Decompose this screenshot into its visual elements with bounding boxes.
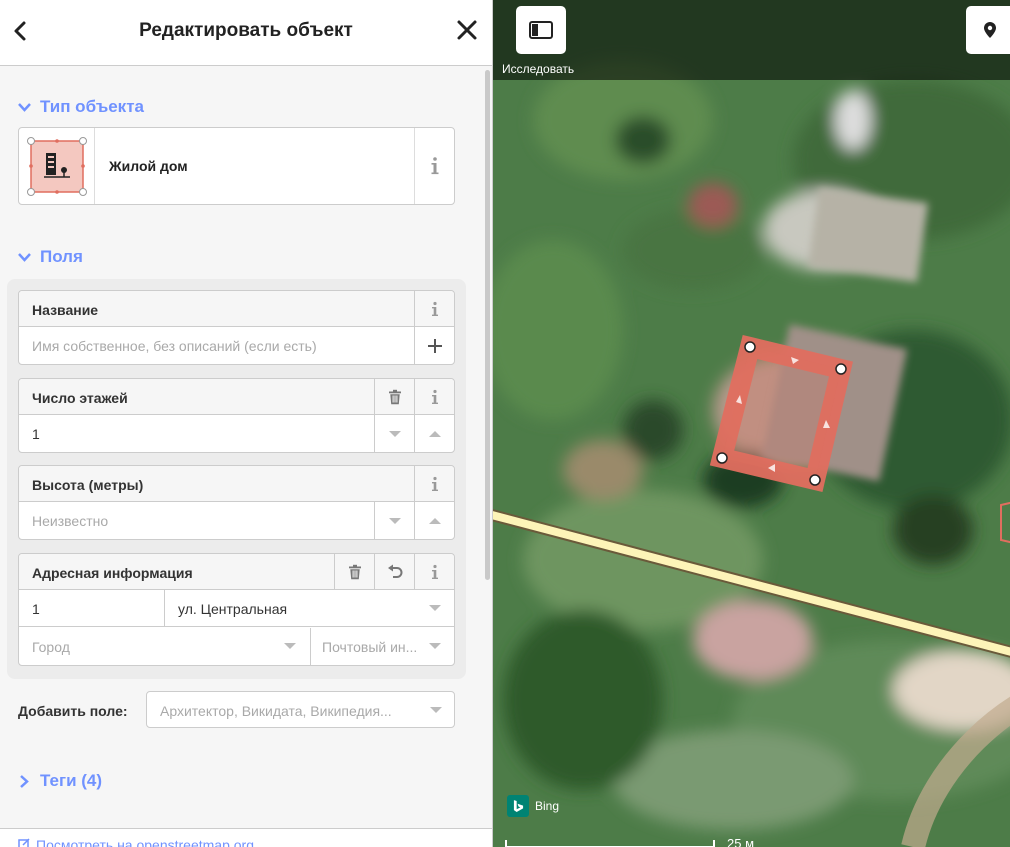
address-row-1: 1 ул. Центральная [19, 590, 454, 627]
satellite-imagery [493, 0, 1010, 847]
sidebar-toggle-button[interactable] [516, 6, 566, 54]
fields-section-toggle[interactable]: Поля [17, 247, 83, 267]
fields-section-title: Поля [40, 247, 83, 266]
add-point-button[interactable] [966, 6, 1010, 54]
trash-icon [348, 564, 361, 580]
sidebar-panel-icon [529, 21, 553, 39]
plus-icon [427, 338, 442, 353]
caret-up-icon [428, 430, 441, 437]
levels-decrement-button[interactable] [374, 415, 414, 452]
field-label-text: Высота (метры) [32, 477, 144, 493]
map-marker-icon [984, 22, 996, 38]
add-field-combo[interactable]: Архитектор, Викидата, Википедия... [146, 691, 455, 728]
field-info-button[interactable] [414, 554, 454, 590]
caret-down-icon [429, 643, 441, 649]
scale-bar [505, 840, 715, 847]
add-field-label: Добавить поле: [18, 703, 128, 719]
info-icon [431, 564, 438, 579]
field-label-text: Число этажей [32, 390, 128, 406]
street-combo[interactable]: ул. Центральная [178, 601, 287, 617]
preset-section-toggle[interactable]: Тип объекта [17, 97, 144, 117]
info-icon [431, 301, 438, 316]
external-link-icon [18, 838, 30, 847]
preset-info-button[interactable] [414, 128, 454, 204]
field-label: Адресная информация [19, 554, 454, 590]
chevron-right-icon [20, 774, 29, 788]
city-combo[interactable]: Город [32, 639, 70, 655]
caret-down-icon [388, 430, 401, 437]
housenumber-input[interactable]: 1 [32, 601, 40, 617]
page-title: Редактировать объект [139, 20, 353, 41]
chevron-down-icon [18, 252, 31, 262]
add-localized-name-button[interactable] [414, 327, 454, 364]
chevron-down-icon [18, 102, 31, 112]
tags-section-toggle[interactable]: Теги (4) [17, 771, 102, 791]
entity-editor-sidebar: Редактировать объект Тип объекта Жилой д… [0, 0, 493, 847]
field-name: Название Имя собственное, без описаний (… [18, 290, 455, 365]
preset-list-item[interactable]: Жилой дом [18, 127, 455, 205]
caret-down-icon [429, 605, 441, 611]
caret-up-icon [428, 517, 441, 524]
field-label-text: Адресная информация [32, 565, 193, 581]
add-field-placeholder: Архитектор, Викидата, Википедия... [160, 703, 392, 719]
field-label: Название [19, 291, 454, 327]
height-decrement-button[interactable] [374, 502, 414, 539]
name-input-placeholder: Имя собственное, без описаний (если есть… [32, 338, 317, 354]
preset-icon-box [19, 128, 95, 204]
view-on-osm-link[interactable]: Посмотреть на openstreetmap.org [36, 837, 254, 847]
imagery-attribution[interactable]: Bing [507, 795, 559, 817]
explore-label: Исследовать [502, 62, 575, 76]
field-label-text: Название [32, 302, 99, 318]
field-remove-button[interactable] [374, 379, 414, 415]
preset-section-title: Тип объекта [40, 97, 144, 116]
height-increment-button[interactable] [414, 502, 454, 539]
sidebar-footer: Посмотреть на openstreetmap.org [0, 828, 492, 847]
field-info-button[interactable] [414, 466, 454, 502]
field-label: Высота (метры) [19, 466, 454, 502]
height-input-placeholder: Неизвестно [32, 513, 109, 529]
height-input[interactable]: Неизвестно [19, 502, 454, 539]
inspector-header: Редактировать объект [0, 0, 492, 66]
levels-increment-button[interactable] [414, 415, 454, 452]
field-address: Адресная информация 1 ул. Центральная Го… [18, 553, 455, 666]
levels-input-value: 1 [32, 426, 40, 442]
scale-label: 25 м [727, 836, 755, 847]
field-label: Число этажей [19, 379, 454, 415]
field-remove-button[interactable] [334, 554, 374, 590]
caret-down-icon [388, 517, 401, 524]
preset-name: Жилой дом [109, 158, 188, 174]
caret-down-icon [430, 707, 442, 713]
address-row-2: Город Почтовый ин... [19, 628, 454, 665]
close-icon [457, 20, 477, 40]
info-icon [431, 157, 439, 175]
caret-down-icon [284, 643, 296, 649]
field-revert-button[interactable] [374, 554, 414, 590]
levels-input[interactable]: 1 [19, 415, 454, 452]
field-info-button[interactable] [414, 379, 454, 415]
field-height: Высота (метры) Неизвестно [18, 465, 455, 540]
bing-logo-icon [507, 795, 529, 817]
undo-icon [387, 564, 402, 578]
info-icon [431, 476, 438, 491]
field-building-levels: Число этажей 1 [18, 378, 455, 453]
close-button[interactable] [454, 16, 480, 44]
attribution-text: Bing [535, 799, 560, 813]
postcode-combo[interactable]: Почтовый ин... [322, 639, 417, 655]
name-input[interactable]: Имя собственное, без описаний (если есть… [19, 327, 454, 364]
building-area-icon [27, 137, 87, 196]
info-icon [431, 389, 438, 404]
field-info-button[interactable] [414, 291, 454, 327]
map-view[interactable]: Исследовать Bing 25 м [493, 0, 1010, 847]
sidebar-scrollbar-thumb[interactable] [485, 70, 490, 580]
trash-icon [388, 389, 401, 405]
tags-section-title: Теги (4) [40, 771, 103, 790]
